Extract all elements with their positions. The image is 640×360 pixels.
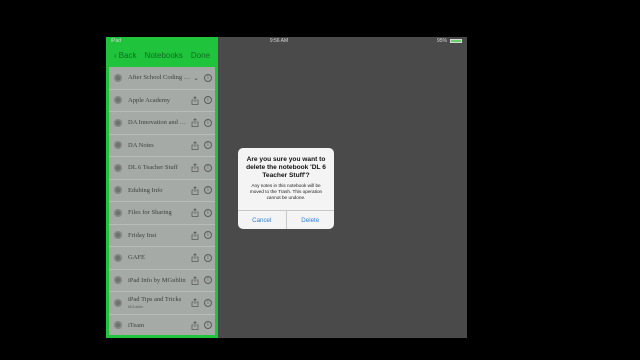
info-icon[interactable]: i [204,186,212,195]
notebook-name: GAFE [128,254,145,262]
notebook-text: iPad Info by MGublin [128,277,188,284]
share-icon[interactable] [191,141,199,150]
info-icon[interactable]: i [204,298,212,307]
notebook-row[interactable]: Friday Inst i [109,225,215,247]
battery-icon [449,39,462,43]
info-icon[interactable]: i [204,208,212,217]
notebooks-panel: ‹ Back Notebooks Done After School Codin… [109,40,215,335]
notebook-name: Apple Academy [128,96,171,104]
notebook-icon [114,253,122,262]
notebook-text: iPad Tips and Tricks MGublin [128,296,188,309]
notebook-text: Edubing Info [128,187,188,194]
notebook-list: After School Coding St... ⌄ i Apple Academy… [109,67,215,335]
done-button[interactable]: Done [191,51,210,60]
notebook-name: After School Coding St... [128,74,192,82]
info-icon[interactable]: i [204,73,212,82]
notebook-row[interactable]: After School Coding St... ⌄ i [109,67,215,90]
notebook-name: iPad Tips and Tricks [128,296,182,304]
alert-message: Any notes in this notebook will be moved… [249,183,323,200]
notebook-name: Files for Sharing [128,209,172,217]
notebook-text: DA Innovation and L... [128,119,188,126]
navbar-title: Notebooks [144,51,183,60]
alert-buttons: Cancel Delete [238,210,334,229]
notebook-text: DA Notes [128,142,188,149]
notebook-row[interactable]: DL 6 Teacher Stuff i [109,157,215,180]
notebook-text: DL 6 Teacher Stuff [128,164,188,171]
share-icon[interactable] [191,231,199,240]
notebook-name: DA Innovation and L... [128,119,188,127]
notebook-text: iTeam [128,322,188,329]
share-icon[interactable] [191,96,199,105]
status-bar: iPad 9:56 AM 95% [106,37,467,45]
notebooks-panel-highlight: ‹ Back Notebooks Done After School Codin… [106,37,218,338]
notebook-row[interactable]: iPad Info by MGublin i [109,270,215,292]
info-icon[interactable]: i [204,321,212,330]
notebook-name: Friday Inst [128,231,157,239]
notebook-text: After School Coding St... [128,74,191,81]
notebook-row[interactable]: Edubing Info i [109,180,215,202]
share-icon[interactable] [191,276,199,285]
notebook-text: Friday Inst [128,232,188,239]
notebook-row[interactable]: DA Notes i [109,135,215,157]
notebook-name: Edubing Info [128,186,163,194]
notebook-icon [114,96,122,105]
notebook-icon [114,186,122,195]
info-icon[interactable]: i [204,253,212,262]
chevron-left-icon: ‹ [114,51,117,60]
notebook-icon [114,141,122,150]
share-icon[interactable] [191,253,199,263]
notebook-text: Files for Sharing [128,209,188,216]
info-icon[interactable]: i [204,163,212,172]
alert-title: Are you sure you want to delete the note… [246,156,326,179]
cancel-button[interactable]: Cancel [238,211,286,229]
back-label: Back [118,51,137,60]
battery-percent: 95% [436,38,447,44]
notebook-icon [114,208,122,217]
share-icon[interactable] [191,118,199,128]
notebook-icon [114,231,122,240]
info-icon[interactable]: i [204,141,212,150]
back-button[interactable]: ‹ Back [114,51,136,60]
ipad-screen: iPad 9:56 AM 95% ‹ Back Notebooks Done A… [106,37,467,338]
delete-notebook-alert: Are you sure you want to delete the note… [238,148,334,229]
info-icon[interactable]: i [204,276,212,285]
share-icon[interactable] [191,298,199,308]
share-icon[interactable] [191,321,199,330]
notebook-row[interactable]: Apple Academy i [109,90,215,112]
info-icon[interactable]: i [204,231,212,240]
notebook-text: GAFE [128,254,188,261]
share-icon[interactable] [191,163,199,173]
notebook-name: DA Notes [128,141,154,149]
status-right: 95% [437,38,462,44]
info-icon[interactable]: i [204,118,212,127]
notebook-name: iPad Info by MGublin [128,276,186,284]
notebook-row[interactable]: DA Innovation and L... i [109,112,215,135]
notebook-icon [114,276,122,285]
info-icon[interactable]: i [204,96,212,105]
notebook-text: Apple Academy [128,97,188,104]
share-icon[interactable] [191,208,199,218]
notebook-row[interactable]: GAFE i [109,247,215,270]
notebook-icon [114,163,122,172]
notebook-row[interactable]: iPad Tips and Tricks MGublin i [109,292,215,315]
notebook-icon [114,298,122,307]
notebook-icon [114,321,122,330]
notebook-subtitle: MGublin [128,304,143,310]
carrier-label: iPad [111,38,122,44]
status-time: 9:56 AM [269,38,289,44]
delete-button[interactable]: Delete [285,211,335,229]
notebook-name: DL 6 Teacher Stuff [128,164,178,172]
share-icon[interactable] [191,186,199,195]
chevron-down-icon[interactable]: ⌄ [193,74,199,82]
notebook-row[interactable]: iTeam i [109,315,215,336]
notebook-row[interactable]: Files for Sharing i [109,202,215,225]
notebook-icon [114,73,122,82]
notebook-name: iTeam [128,321,145,329]
notebook-icon [114,118,122,127]
